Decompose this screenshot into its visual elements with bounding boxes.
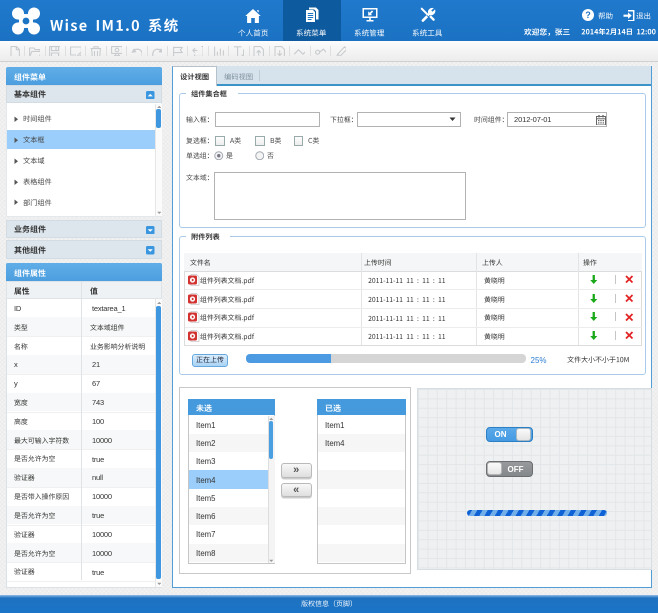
svg-text:?: ? (585, 10, 590, 20)
